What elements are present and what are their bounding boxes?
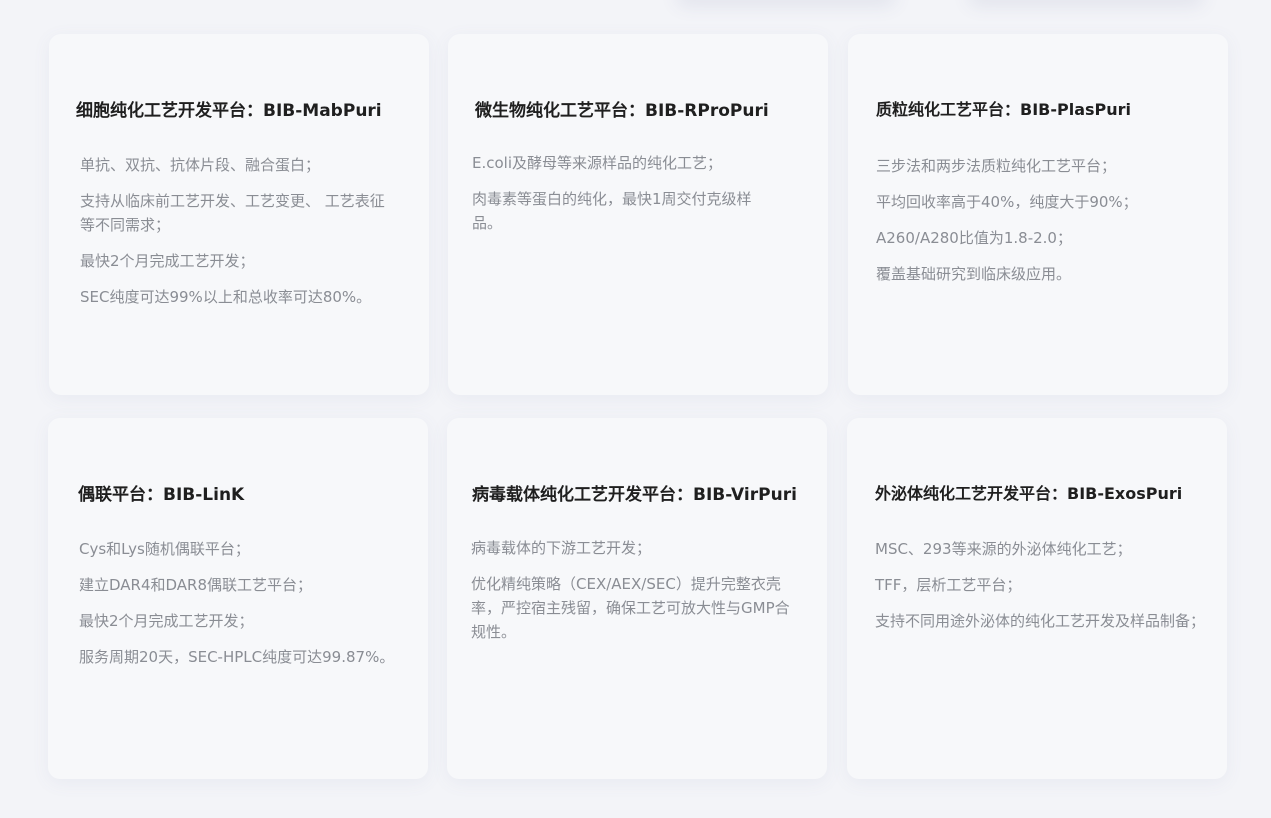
feature-item: 优化精纯策略（CEX/AEX/SEC）提升完整衣壳率，严控宿主残留，确保工艺可放… (471, 575, 790, 641)
card-title: 外泌体纯化工艺开发平台：BIB-ExosPuri (875, 484, 1183, 503)
platform-card-plaspuri[interactable]: 质粒纯化工艺平台：BIB-PlasPuri 三步法和两步法质粒纯化工艺平台； 平… (848, 34, 1228, 395)
feature-list: 单抗、双抗、抗体片段、融合蛋白； 支持从临床前工艺开发、工艺变更、 工艺表征等不… (80, 153, 399, 321)
platform-card-rpropuri[interactable]: 微生物纯化工艺平台：BIB-RProPuri E.coli及酵母等来源样品的纯化… (448, 34, 828, 395)
feature-list: 三步法和两步法质粒纯化工艺平台； 平均回收率高于40%，纯度大于90%； A26… (876, 154, 1198, 298)
feature-item: 三步法和两步法质粒纯化工艺平台； (876, 157, 1117, 175)
platform-card-virpuri[interactable]: 病毒载体纯化工艺开发平台：BIB-VirPuri 病毒载体的下游工艺开发； 优化… (447, 418, 827, 779)
feature-item: 病毒载体的下游工艺开发； (471, 539, 652, 557)
feature-item: E.coli及酵母等来源样品的纯化工艺； (472, 154, 723, 172)
card-title: 偶联平台：BIB-LinK (78, 485, 245, 505)
feature-list: 病毒载体的下游工艺开发； 优化精纯策略（CEX/AEX/SEC）提升完整衣壳率，… (471, 536, 803, 656)
feature-list: E.coli及酵母等来源样品的纯化工艺； 肉毒素等蛋白的纯化，最快1周交付克级样… (472, 151, 778, 247)
feature-item: Cys和Lys随机偶联平台； (79, 540, 250, 558)
feature-item: 支持不同用途外泌体的纯化工艺开发及样品制备； (875, 612, 1206, 630)
card-title: 病毒载体纯化工艺开发平台：BIB-VirPuri (472, 485, 797, 505)
card-title: 微生物纯化工艺平台：BIB-RProPuri (475, 101, 769, 121)
feature-item: 最快2个月完成工艺开发； (79, 612, 254, 630)
feature-item: 最快2个月完成工艺开发； (80, 252, 255, 270)
platform-card-mabpuri[interactable]: 细胞纯化工艺开发平台：BIB-MabPuri 单抗、双抗、抗体片段、融合蛋白； … (49, 34, 429, 395)
feature-item: A260/A280比值为1.8-2.0； (876, 229, 1072, 247)
feature-item: 肉毒素等蛋白的纯化，最快1周交付克级样品。 (472, 190, 752, 232)
feature-list: Cys和Lys随机偶联平台； 建立DAR4和DAR8偶联工艺平台； 最快2个月完… (79, 537, 412, 681)
feature-item: 服务周期20天，SEC-HPLC纯度可达99.87%。 (79, 648, 395, 666)
feature-item: 单抗、双抗、抗体片段、融合蛋白； (80, 156, 321, 174)
feature-item: MSC、293等来源的外泌体纯化工艺； (875, 540, 1132, 558)
card-title: 细胞纯化工艺开发平台：BIB-MabPuri (76, 101, 382, 121)
card-title: 质粒纯化工艺平台：BIB-PlasPuri (876, 100, 1132, 119)
platform-card-exospuri[interactable]: 外泌体纯化工艺开发平台：BIB-ExosPuri MSC、293等来源的外泌体纯… (847, 418, 1227, 779)
feature-list: MSC、293等来源的外泌体纯化工艺； TFF，层析工艺平台； 支持不同用途外泌… (875, 537, 1217, 645)
platform-card-link[interactable]: 偶联平台：BIB-LinK Cys和Lys随机偶联平台； 建立DAR4和DAR8… (48, 418, 428, 779)
feature-item: SEC纯度可达99%以上和总收率可达80%。 (80, 288, 372, 306)
feature-item: 覆盖基础研究到临床级应用。 (876, 265, 1072, 283)
feature-item: 支持从临床前工艺开发、工艺变更、 工艺表征等不同需求； (80, 192, 385, 234)
feature-item: 平均回收率高于40%，纯度大于90%； (876, 193, 1138, 211)
feature-item: 建立DAR4和DAR8偶联工艺平台； (79, 576, 313, 594)
feature-item: TFF，层析工艺平台； (875, 576, 1022, 594)
